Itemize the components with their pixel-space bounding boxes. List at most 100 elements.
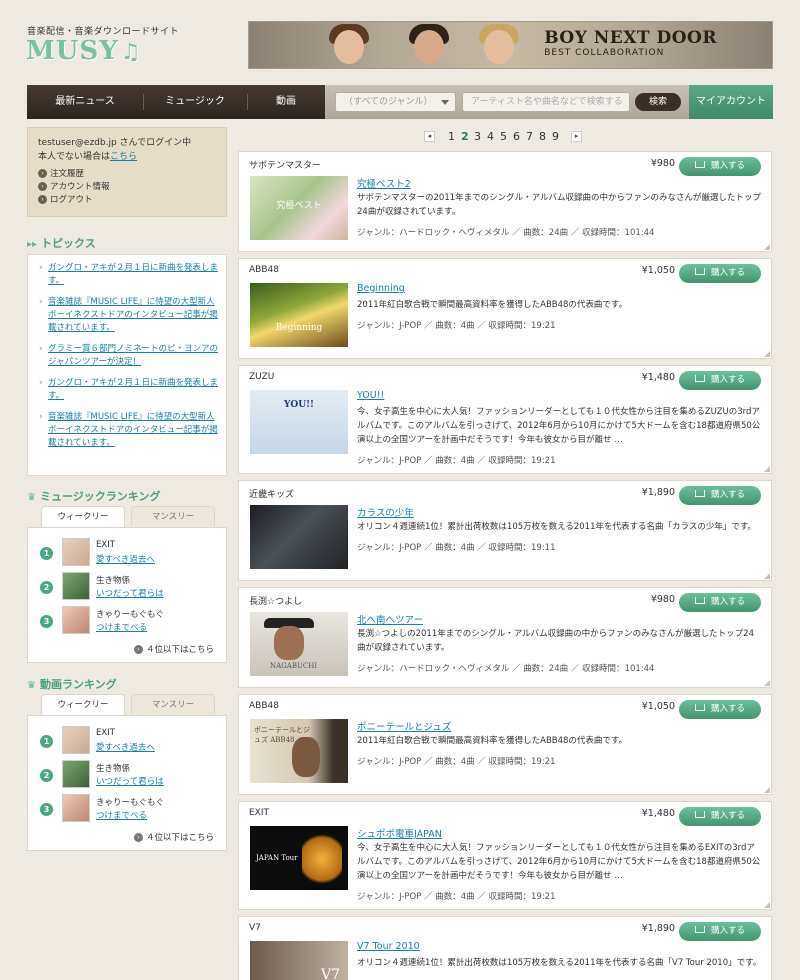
page-link[interactable]: 7: [526, 130, 533, 143]
topic-item[interactable]: 音楽雑誌『MUSIC LIFE』に待望の大型新人ボーイネクストドアのインタビュー…: [36, 411, 218, 450]
page-link[interactable]: 8: [539, 130, 546, 143]
product-thumbnail[interactable]: 究極ベスト: [250, 176, 348, 240]
product-title-link[interactable]: 北へ南へツアー: [357, 612, 423, 626]
rank-thumbnail[interactable]: [62, 760, 90, 788]
topic-item[interactable]: ガングロ・アキが２月１日に新曲を発表します。: [36, 377, 218, 403]
product-thumbnail[interactable]: V7: [250, 941, 348, 980]
rank-title-link[interactable]: いつだって君らは: [96, 775, 164, 787]
music-note-icon: ♫: [120, 39, 142, 65]
nav-item-music[interactable]: ミュージック: [143, 85, 247, 119]
rank-thumbnail[interactable]: [62, 606, 90, 634]
buy-button[interactable]: 購入する: [679, 157, 761, 176]
rank-artist: 生き物係: [96, 576, 131, 586]
topic-item[interactable]: 音楽雑誌『MUSIC LIFE』に待望の大型新人ボーイネクストドアのインタビュー…: [36, 296, 218, 335]
product-price: ¥980: [650, 158, 675, 169]
topic-link[interactable]: 音楽雑誌『MUSIC LIFE』に待望の大型新人ボーイネクストドアのインタビュー…: [48, 297, 218, 333]
page-link[interactable]: 6: [513, 130, 520, 143]
ranking-more-link[interactable]: › ４位以下はこちら: [133, 643, 214, 655]
product-thumbnail[interactable]: Beginning: [250, 283, 348, 347]
banner-title-sub: BEST COLLABORATION: [544, 48, 665, 58]
chevron-right-icon[interactable]: ▸: [571, 131, 582, 142]
tab-monthly[interactable]: マンスリー: [131, 506, 215, 526]
link-order-history[interactable]: › 注文履歴: [38, 168, 216, 181]
rank-thumbnail[interactable]: [62, 726, 90, 754]
buy-button[interactable]: 購入する: [679, 593, 761, 612]
product-title-link[interactable]: ポニーテールとジュズ: [357, 719, 451, 733]
product-title-link[interactable]: YOU!!: [357, 390, 384, 401]
buy-label: 購入する: [710, 811, 745, 821]
rank-title-link[interactable]: つけまでべる: [96, 809, 147, 821]
product-card: ABB48 ¥1,050 購入する ポニーテールとジュズ ABB48 ポニーテー…: [238, 694, 772, 795]
rank-title-link[interactable]: 愛すべき過去へ: [96, 741, 155, 753]
buy-button[interactable]: 購入する: [679, 264, 761, 283]
product-description: 今、女子高生を中心に大人気！ファッションリーダーとしても１０代女性から注目を集め…: [357, 843, 761, 881]
chevron-left-icon[interactable]: ◂: [424, 131, 435, 142]
topic-item[interactable]: ガングロ・アキが２月１日に新曲を発表します。: [36, 262, 218, 288]
product-thumbnail[interactable]: JAPAN Tour: [250, 826, 348, 890]
login-not-you-link[interactable]: こちら: [110, 152, 137, 162]
page-link[interactable]: 9: [552, 130, 559, 143]
topic-link[interactable]: グラミー賞６部門ノミネートのピ・ヨンアのジャパンツアーが決定！: [48, 344, 218, 367]
logo-text: MUSY: [26, 36, 119, 66]
product-description: オリコン４週連続1位！累計出荷枚数は105万枚を数える2011年を代表する名曲「…: [357, 522, 756, 532]
site-logo[interactable]: MUSY♫: [26, 36, 142, 66]
header-banner[interactable]: BOY NEXT DOOR BEST COLLABORATION: [248, 21, 773, 69]
genre-select[interactable]: （すべてのジャンル）: [335, 92, 456, 112]
video-ranking-heading-label: 動画ランキング: [39, 678, 117, 691]
link-account-info[interactable]: › アカウント情報: [38, 181, 216, 194]
rank-artist: EXIT: [96, 728, 115, 738]
link-logout[interactable]: › ログアウト: [38, 194, 216, 207]
buy-button[interactable]: 購入する: [679, 371, 761, 390]
cart-icon: [694, 597, 705, 604]
search-button[interactable]: 検索: [635, 93, 681, 111]
topic-link[interactable]: ガングロ・アキが２月１日に新曲を発表します。: [48, 263, 218, 286]
product-meta: ジャンル：J-POP ／ 曲数：4曲 ／ 収録時間：19:21: [357, 757, 556, 767]
topic-item[interactable]: グラミー賞６部門ノミネートのピ・ヨンアのジャパンツアーが決定！: [36, 343, 218, 369]
product-thumbnail[interactable]: ポニーテールとジュズ ABB48: [250, 719, 348, 783]
product-title-link[interactable]: シュポポ電車JAPAN: [357, 826, 442, 840]
product-thumbnail[interactable]: NAGABUCHI: [250, 612, 348, 676]
rank-title-link[interactable]: つけまでべる: [96, 621, 147, 633]
product-title-link[interactable]: 究極ベスト2: [357, 176, 411, 190]
tab-weekly[interactable]: ウィークリー: [41, 694, 125, 716]
topic-link[interactable]: 音楽雑誌『MUSIC LIFE』に待望の大型新人ボーイネクストドアのインタビュー…: [48, 412, 218, 448]
thumbnail-caption: YOU!!: [283, 400, 314, 410]
thumbnail-caption: NAGABUCHI: [270, 662, 318, 670]
product-title-link[interactable]: V7 Tour 2010: [357, 941, 420, 952]
product-title-link[interactable]: カラスの少年: [357, 505, 414, 519]
ranking-more-link[interactable]: › ４位以下はこちら: [133, 831, 214, 843]
buy-label: 購入する: [710, 597, 745, 607]
buy-button[interactable]: 購入する: [679, 807, 761, 826]
rank-artist: きゃりーもぐもぐ: [96, 798, 165, 808]
rank-thumbnail[interactable]: [62, 572, 90, 600]
page-link[interactable]: 4: [487, 130, 494, 143]
product-thumbnail[interactable]: [250, 505, 348, 569]
tab-weekly[interactable]: ウィークリー: [41, 506, 125, 528]
product-description: オリコン４週連続1位！累計出荷枚数は105万枚を数える2011年を代表する名曲「…: [357, 958, 762, 968]
rank-thumbnail[interactable]: [62, 794, 90, 822]
product-title-link[interactable]: Beginning: [357, 283, 405, 294]
my-account-button[interactable]: マイアカウント: [689, 85, 773, 119]
product-card: EXIT ¥1,480 購入する JAPAN Tour シュポポ電車JAPAN …: [238, 801, 772, 910]
page-link[interactable]: 3: [474, 130, 481, 143]
product-artist: ZUZU: [249, 372, 275, 382]
page-link[interactable]: 1: [448, 130, 455, 143]
product-artist: 近畿キッズ: [249, 490, 295, 500]
rank-number: 1: [40, 735, 53, 748]
nav-item-video[interactable]: 動画: [247, 85, 325, 119]
topics-heading-label: トピックス: [41, 237, 96, 250]
nav-item-news[interactable]: 最新ニュース: [27, 85, 143, 119]
topic-link[interactable]: ガングロ・アキが２月１日に新曲を発表します。: [48, 378, 218, 401]
product-thumbnail[interactable]: YOU!!: [250, 390, 348, 454]
product-price: ¥1,050: [641, 701, 675, 712]
topics-list: ガングロ・アキが２月１日に新曲を発表します。 音楽雑誌『MUSIC LIFE』に…: [27, 254, 227, 476]
rank-title-link[interactable]: いつだって君らは: [96, 587, 164, 599]
buy-button[interactable]: 購入する: [679, 486, 761, 505]
page-link[interactable]: 5: [500, 130, 507, 143]
search-input[interactable]: アーティスト名や曲名などで検索する: [462, 92, 630, 112]
rank-thumbnail[interactable]: [62, 538, 90, 566]
buy-button[interactable]: 購入する: [679, 700, 761, 719]
buy-button[interactable]: 購入する: [679, 922, 761, 941]
tab-monthly[interactable]: マンスリー: [131, 694, 215, 714]
rank-title-link[interactable]: 愛すべき過去へ: [96, 553, 155, 565]
